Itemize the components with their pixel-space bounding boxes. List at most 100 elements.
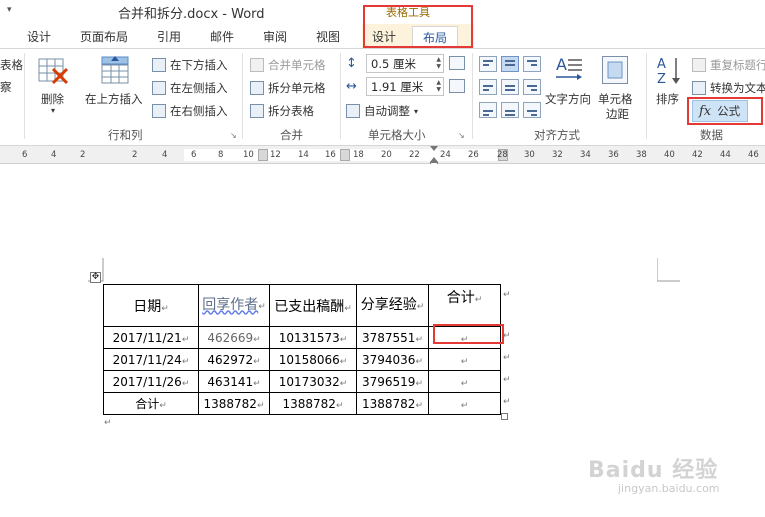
header-cell[interactable]: 分享经验↵ bbox=[356, 284, 429, 327]
align-top-center-button[interactable] bbox=[501, 56, 519, 72]
quick-access-dropdown-icon[interactable]: ▾ bbox=[7, 5, 12, 15]
cell-text: 462669 bbox=[207, 330, 254, 345]
table-cell[interactable]: 2017/11/26↵ bbox=[103, 370, 199, 393]
ruler-tick: 46 bbox=[748, 150, 759, 160]
tab-page-layout[interactable]: 页面布局 bbox=[80, 28, 128, 45]
table-cell[interactable]: 1388782↵ bbox=[269, 392, 357, 415]
table-row: 2017/11/21↵ 462669↵ 10131573↵ 3787551↵ ↵ bbox=[103, 326, 501, 349]
text-direction-button[interactable]: 文字方向 bbox=[545, 91, 591, 107]
merge-cells-button[interactable]: 合并单元格 bbox=[250, 55, 326, 75]
header-cell[interactable]: 回享作者↵ bbox=[198, 284, 270, 327]
tab-table-design[interactable]: 设计 bbox=[372, 28, 396, 45]
insert-above-button[interactable]: 在上方插入 bbox=[85, 91, 143, 107]
table-cell[interactable]: 3787551↵ bbox=[356, 326, 429, 349]
table-cell[interactable]: 463141↵ bbox=[198, 370, 270, 393]
convert-to-text-label: 转换为文本 bbox=[710, 81, 765, 95]
split-table-button[interactable]: 拆分表格 bbox=[250, 101, 314, 121]
insert-above-icon[interactable] bbox=[100, 55, 130, 85]
header-cell[interactable]: 日期↵ bbox=[103, 284, 199, 327]
delete-table-icon[interactable] bbox=[38, 57, 70, 85]
text-direction-icon[interactable]: A bbox=[554, 54, 584, 82]
tab-view[interactable]: 视图 bbox=[316, 28, 340, 45]
tab-mailings[interactable]: 邮件 bbox=[210, 28, 234, 45]
distribute-columns-icon[interactable] bbox=[449, 79, 465, 93]
tab-references[interactable]: 引用 bbox=[157, 28, 181, 45]
table-move-handle-icon[interactable]: ✥ bbox=[90, 272, 101, 283]
cell-text: 3796519 bbox=[362, 374, 416, 389]
header-text: 已支出稿酬 bbox=[274, 298, 345, 315]
cell-text: 2017/11/21 bbox=[112, 330, 182, 345]
table-cell[interactable]: 合计↵ bbox=[103, 392, 199, 415]
table-cell[interactable]: ↵ bbox=[428, 348, 501, 371]
ruler-tick: 14 bbox=[298, 150, 309, 160]
formula-button[interactable]: fx 公式 bbox=[692, 100, 748, 122]
table-cell[interactable]: 3794036↵ bbox=[356, 348, 429, 371]
split-cells-button[interactable]: 拆分单元格 bbox=[250, 78, 326, 98]
repeat-header-rows-button[interactable]: 重复标题行 bbox=[692, 55, 765, 75]
align-top-right-button[interactable] bbox=[523, 56, 541, 72]
table-cell[interactable]: ↵ bbox=[428, 370, 501, 393]
header-cell[interactable]: 已支出稿酬↵ bbox=[269, 284, 357, 327]
horizontal-ruler[interactable]: 6 4 2 2 4 6 8 10 12 14 16 18 20 22 24 26… bbox=[0, 146, 765, 164]
table-cell[interactable]: 3796519↵ bbox=[356, 370, 429, 393]
spinner-arrows-icon[interactable]: ▲ ▼ bbox=[436, 56, 441, 70]
align-bottom-right-button[interactable] bbox=[523, 102, 541, 118]
align-middle-right-button[interactable] bbox=[523, 79, 541, 95]
chevron-down-icon[interactable]: ▾ bbox=[51, 106, 55, 115]
tab-table-layout[interactable]: 布局 bbox=[412, 26, 459, 50]
cell-margins-icon[interactable] bbox=[602, 56, 628, 84]
group-separator bbox=[24, 53, 25, 139]
align-middle-left-button[interactable] bbox=[479, 79, 497, 95]
autofit-button[interactable]: 自动调整 ▾ bbox=[346, 101, 418, 121]
align-top-left-button[interactable] bbox=[479, 56, 497, 72]
cell-margins-button-line1[interactable]: 单元格 bbox=[598, 91, 633, 107]
cell-width-spinner[interactable]: 1.91 厘米 ▲ ▼ bbox=[366, 77, 444, 96]
autofit-icon bbox=[346, 104, 360, 118]
ruler-tick: 4 bbox=[162, 150, 168, 160]
delete-button[interactable]: 删除 bbox=[41, 91, 64, 107]
cell-text: 10158066 bbox=[278, 352, 340, 367]
table-cell[interactable]: 10158066↵ bbox=[269, 348, 357, 371]
tab-review[interactable]: 审阅 bbox=[263, 28, 287, 45]
table-cell[interactable]: 1388782↵ bbox=[198, 392, 270, 415]
group-label-merge: 合并 bbox=[280, 128, 303, 142]
table-cell[interactable]: 10173032↵ bbox=[269, 370, 357, 393]
column-marker[interactable] bbox=[258, 149, 268, 161]
table-row: 2017/11/26↵ 463141↵ 10173032↵ 3796519↵ ↵ bbox=[103, 370, 501, 393]
total-cell-selected[interactable]: ↵ bbox=[428, 326, 501, 349]
column-marker[interactable] bbox=[340, 149, 350, 161]
dialog-launcher-icon[interactable]: ↘ bbox=[230, 131, 237, 140]
align-bottom-center-button[interactable] bbox=[501, 102, 519, 118]
split-table-label: 拆分表格 bbox=[268, 104, 314, 118]
header-cell[interactable]: 合计↵ bbox=[428, 284, 501, 327]
cell-height-spinner[interactable]: 0.5 厘米 ▲ ▼ bbox=[366, 54, 444, 73]
cell-margins-button-line2[interactable]: 边距 bbox=[606, 106, 629, 122]
convert-to-text-icon bbox=[692, 81, 706, 95]
insert-right-label: 在右侧插入 bbox=[170, 104, 228, 118]
insert-left-button[interactable]: 在左侧插入 bbox=[152, 78, 228, 98]
tab-design[interactable]: 设计 bbox=[27, 28, 51, 45]
page-corner-mark bbox=[657, 258, 680, 282]
first-line-indent-marker[interactable] bbox=[430, 146, 438, 151]
table-cell[interactable]: 1388782↵ bbox=[356, 392, 429, 415]
table-cell[interactable]: 10131573↵ bbox=[269, 326, 357, 349]
insert-below-button[interactable]: 在下方插入 bbox=[152, 55, 228, 75]
table-cell[interactable]: 2017/11/24↵ bbox=[103, 348, 199, 371]
dialog-launcher-icon[interactable]: ↘ bbox=[458, 131, 465, 140]
distribute-rows-icon[interactable] bbox=[449, 56, 465, 70]
table-cell[interactable]: 2017/11/21↵ bbox=[103, 326, 199, 349]
spinner-arrows-icon[interactable]: ▲ ▼ bbox=[436, 79, 441, 93]
table-cell[interactable]: 462972↵ bbox=[198, 348, 270, 371]
sort-button[interactable]: 排序 bbox=[656, 91, 679, 107]
autofit-label: 自动调整 bbox=[364, 104, 410, 118]
align-middle-center-button[interactable] bbox=[501, 79, 519, 95]
convert-to-text-button[interactable]: 转换为文本 bbox=[692, 78, 765, 98]
align-bottom-left-button[interactable] bbox=[479, 102, 497, 118]
svg-text:Z: Z bbox=[657, 72, 666, 85]
sort-icon[interactable]: A Z bbox=[655, 55, 683, 87]
table-cell[interactable]: 462669↵ bbox=[198, 326, 270, 349]
ruler-tick: 12 bbox=[270, 150, 281, 160]
table-cell[interactable]: ↵ bbox=[428, 392, 501, 415]
insert-right-button[interactable]: 在右侧插入 bbox=[152, 101, 228, 121]
table-resize-handle[interactable] bbox=[501, 413, 508, 420]
